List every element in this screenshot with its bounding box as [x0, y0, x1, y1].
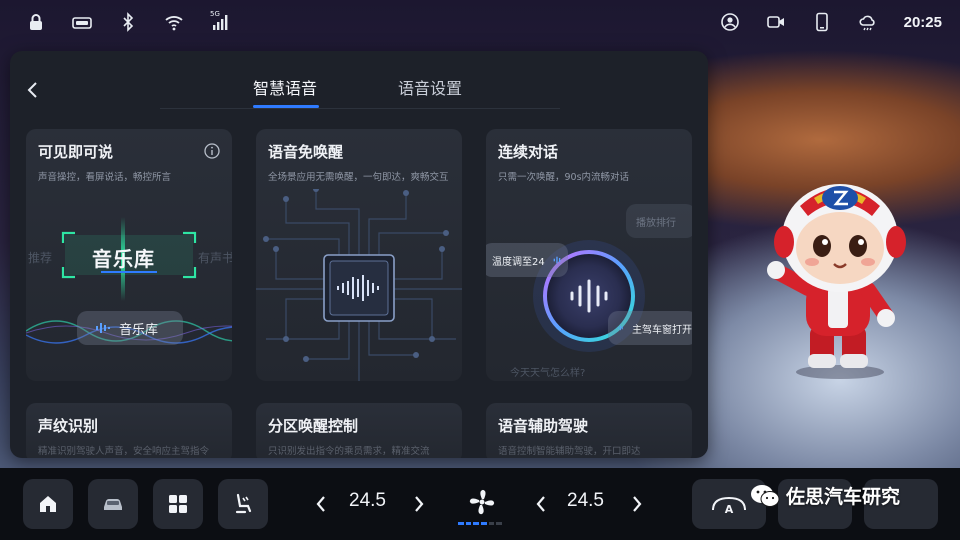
card-wake-free[interactable]: 语音免唤醒 全场景应用无需唤醒，一句即达，爽畅交互	[256, 129, 462, 381]
back-button[interactable]	[22, 79, 44, 101]
card-title: 语音辅助驾驶	[498, 417, 589, 435]
info-icon[interactable]	[204, 143, 220, 159]
fan-level-indicator	[458, 522, 503, 525]
5g-signal-icon[interactable]: 5G	[210, 10, 230, 32]
chevron-right-icon	[633, 496, 642, 512]
chip-label: 音乐库	[119, 322, 159, 338]
fan-level-segment	[496, 522, 503, 525]
fan-level-segment	[488, 522, 495, 525]
left-temperature: 24.5	[349, 490, 386, 511]
card-continuous-dialog[interactable]: 连续对话 只需一次唤醒，90s内流畅对话 播放排行 温度调至24 主驾车窗打开 …	[486, 129, 692, 381]
lock-icon[interactable]	[26, 12, 46, 32]
ac-label: A	[725, 503, 734, 516]
chevron-right-icon	[415, 496, 424, 512]
faint-query: 今天天气怎么样?	[510, 368, 586, 379]
voice-panel: 智慧语音 语音设置 可见即可说 声音操控，看屏说话，畅控所言 推荐 有声书 音乐…	[10, 51, 708, 458]
faint-option-left: 推荐	[28, 251, 53, 265]
chip-circuit-graphic	[256, 189, 462, 381]
card-visible-speak[interactable]: 可见即可说 声音操控，看屏说话，畅控所言 推荐 有声书 音乐库 音乐库	[26, 129, 232, 381]
card-voiceprint[interactable]: 声纹识别 精准识别驾驶人声音，安全响应主驾指令	[26, 403, 232, 458]
card-subtitle: 精准识别驾驶人声音，安全响应主驾指令	[38, 446, 210, 457]
app-grid-icon	[169, 495, 187, 513]
right-temp-decrease-button[interactable]	[529, 490, 553, 518]
seat-icon	[235, 493, 252, 514]
voice-wave-icon	[618, 325, 623, 331]
fan-level-segment	[465, 522, 472, 525]
chevron-left-icon	[536, 496, 545, 512]
active-tab-indicator	[253, 105, 319, 108]
signal-label: 5G	[210, 10, 220, 18]
chip-label: 播放排行	[636, 217, 676, 229]
card-subtitle: 语音控制智能辅助驾驶，开口即达	[498, 446, 641, 457]
voice-chip: 音乐库	[77, 311, 183, 345]
fan-level-segment	[458, 522, 464, 525]
clock: 20:25	[903, 13, 942, 31]
mascot-illustration	[767, 184, 906, 379]
right-temp-increase-button[interactable]	[625, 490, 649, 518]
fan-button[interactable]	[462, 482, 502, 522]
card-title: 连续对话	[498, 143, 559, 161]
weather-icon[interactable]	[858, 12, 878, 32]
bluetooth-icon[interactable]	[118, 12, 138, 32]
fan-level-segment	[481, 522, 487, 525]
chip-label: 温度调至24	[492, 256, 545, 268]
voice-wave-icon	[553, 256, 561, 264]
dialog-chip-faint: 播放排行	[626, 204, 692, 238]
card-zone-wake[interactable]: 分区唤醒控制 只识别发出指令的乘员需求，精准交流	[256, 403, 462, 458]
card-title: 可见即可说	[38, 143, 114, 161]
chip-label: 主驾车窗打开	[632, 324, 692, 336]
seat-button[interactable]	[218, 479, 268, 529]
card-subtitle: 只需一次唤醒，90s内流畅对话	[498, 172, 630, 183]
card-subtitle: 全场景应用无需唤醒，一句即达，爽畅交互	[268, 172, 449, 183]
card-subtitle: 声音操控，看屏说话，畅控所言	[38, 172, 172, 183]
chevron-left-icon	[27, 82, 37, 98]
faint-option-right: 有声书	[198, 251, 232, 265]
car-icon	[104, 499, 122, 510]
apps-button[interactable]	[153, 479, 203, 529]
phone-icon[interactable]	[812, 12, 832, 32]
status-bar: 5G 20:25	[0, 0, 960, 46]
right-temperature: 24.5	[567, 490, 604, 511]
video-camera-icon[interactable]	[766, 12, 786, 32]
highlighted-label: 音乐库	[92, 247, 155, 271]
watermark: 佐思汽车研究	[750, 482, 900, 509]
watermark-text: 佐思汽车研究	[786, 486, 901, 508]
card-title: 语音免唤醒	[268, 143, 344, 161]
fan-icon	[469, 489, 495, 515]
fan-level-segment	[473, 522, 480, 525]
wifi-icon[interactable]	[164, 12, 184, 32]
card-title: 分区唤醒控制	[268, 417, 359, 435]
card-assist-driving[interactable]: 语音辅助驾驶 语音控制智能辅助驾驶，开口即达	[486, 403, 692, 458]
dialog-chip-window: 主驾车窗打开	[608, 311, 692, 345]
tab-smart-voice[interactable]: 智慧语音	[253, 75, 317, 99]
auto-climate-icon: A	[712, 496, 746, 516]
tab-voice-settings[interactable]: 语音设置	[398, 75, 462, 99]
tab-bar: 智慧语音 语音设置	[160, 73, 560, 109]
left-temp-decrease-button[interactable]	[309, 490, 333, 518]
left-temp-increase-button[interactable]	[407, 490, 431, 518]
user-profile-icon[interactable]	[720, 12, 740, 32]
dialog-chip-temp: 温度调至24	[486, 243, 568, 277]
wechat-logo-icon	[751, 484, 780, 507]
home-button[interactable]	[23, 479, 73, 529]
camera-record-icon[interactable]	[72, 12, 92, 32]
card-subtitle: 只识别发出指令的乘员需求，精准交流	[268, 446, 430, 457]
card-title: 声纹识别	[38, 417, 99, 435]
home-icon	[40, 496, 56, 512]
voice-wave-icon	[96, 323, 110, 333]
vehicle-button[interactable]	[88, 479, 138, 529]
chevron-left-icon	[316, 496, 325, 512]
